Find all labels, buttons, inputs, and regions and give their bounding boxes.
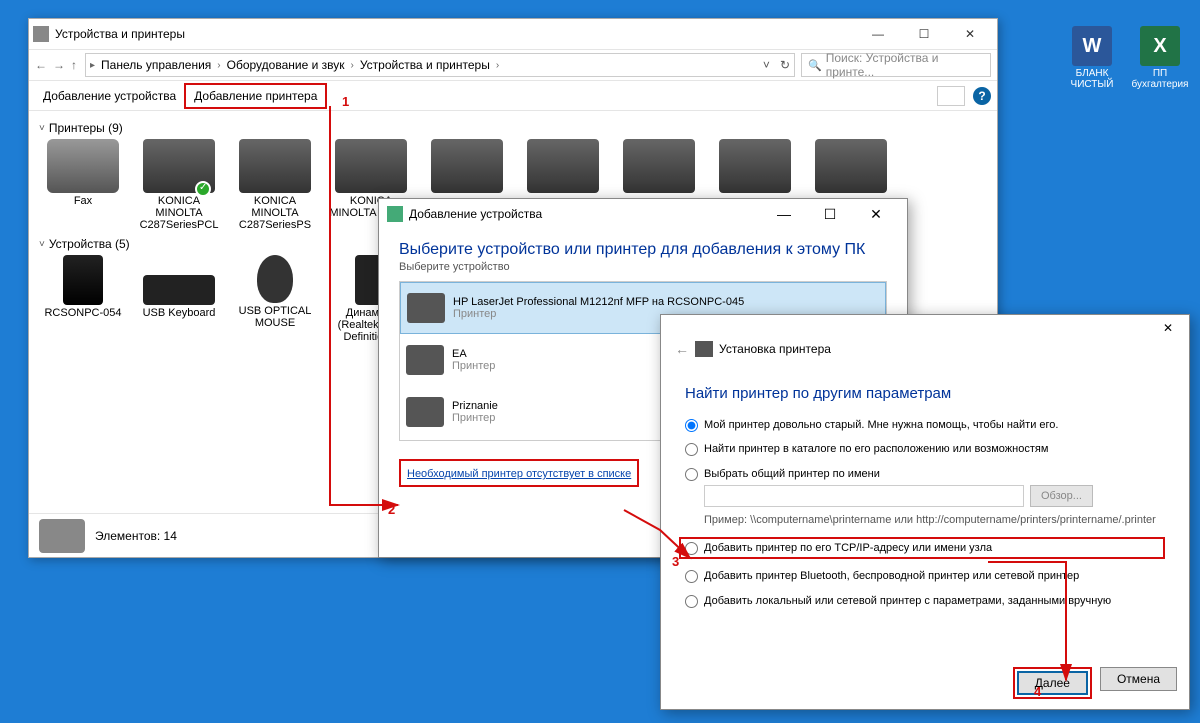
device-item[interactable]: Fax xyxy=(39,139,127,231)
dialog-title: Добавление устройства xyxy=(409,207,542,221)
wizard-header: ← Установка принтера xyxy=(661,341,1189,357)
radio-bluetooth[interactable] xyxy=(685,570,698,583)
install-printer-wizard: ✕ ← Установка принтера Найти принтер по … xyxy=(660,314,1190,710)
adddev-titlebar[interactable]: Добавление устройства — ☐ ✕ xyxy=(379,199,907,229)
shared-name-input[interactable] xyxy=(704,485,1024,507)
add-printer-button[interactable]: Добавление принтера xyxy=(184,83,327,109)
device-item[interactable]: RCSONPC-054 xyxy=(39,255,127,343)
printer-not-in-list-link-box: Необходимый принтер отсутствует в списке xyxy=(399,459,639,487)
option-find-in-catalog[interactable]: Найти принтер в каталоге по его располож… xyxy=(685,442,1165,456)
status-text: Элементов: 14 xyxy=(95,529,177,543)
maximize-button[interactable]: ☐ xyxy=(807,200,853,228)
radio-local-manual[interactable] xyxy=(685,595,698,608)
status-bar-icon xyxy=(39,519,85,553)
search-icon: 🔍 xyxy=(808,59,822,72)
next-button[interactable]: Далее xyxy=(1017,671,1088,695)
chevron-down-icon: ˅ xyxy=(39,239,45,250)
crumb-dropdown-icon[interactable]: ˅ xyxy=(763,58,770,72)
close-button[interactable]: ✕ xyxy=(947,20,993,48)
search-input[interactable]: 🔍 Поиск: Устройства и принте... xyxy=(801,53,991,77)
explorer-toolbar: Добавление устройства Добавление принтер… xyxy=(29,81,997,111)
wizard-heading: Найти принтер по другим параметрам xyxy=(685,385,1165,402)
radio-shared-by-name[interactable] xyxy=(685,468,698,481)
crumb[interactable]: Панель управления xyxy=(99,58,213,72)
browse-button[interactable]: Обзор... xyxy=(1030,485,1093,507)
desktop-icon-label: БЛАНК ЧИСТЫЙ xyxy=(1062,68,1122,90)
annotation-number-4: 4 xyxy=(1034,684,1041,699)
fax-icon xyxy=(47,139,119,193)
printer-icon xyxy=(695,341,713,357)
option-tcpip[interactable]: Добавить принтер по его TCP/IP-адресу ил… xyxy=(679,537,1165,559)
breadcrumb[interactable]: ▸ Панель управления › Оборудование и зву… xyxy=(85,53,795,77)
printer-icon xyxy=(406,345,444,375)
device-item[interactable]: USB OPTICAL MOUSE xyxy=(231,255,319,343)
radio-tcpip[interactable] xyxy=(685,542,698,555)
keyboard-icon xyxy=(143,275,215,305)
maximize-button[interactable]: ☐ xyxy=(901,20,947,48)
device-item[interactable]: KONICA MINOLTA C287SeriesPS xyxy=(231,139,319,231)
printer-icon xyxy=(407,293,445,323)
option-shared-by-name[interactable]: Выбрать общий принтер по имени Обзор... … xyxy=(685,467,1165,528)
printer-icon xyxy=(431,139,503,193)
cancel-button[interactable]: Отмена xyxy=(1100,667,1177,691)
excel-icon: X xyxy=(1140,26,1180,66)
crumb[interactable]: Оборудование и звук xyxy=(225,58,347,72)
printer-not-in-list-link[interactable]: Необходимый принтер отсутствует в списке xyxy=(407,468,631,480)
word-icon: W xyxy=(1072,26,1112,66)
view-toggle-button[interactable] xyxy=(937,86,965,106)
help-icon[interactable]: ? xyxy=(973,87,991,105)
printer-icon xyxy=(335,139,407,193)
mouse-icon xyxy=(257,255,293,303)
desktop-icon-excel[interactable]: X ПП бухгалтерия xyxy=(1130,26,1190,90)
printer-icon xyxy=(239,139,311,193)
explorer-titlebar[interactable]: Устройства и принтеры — ☐ ✕ xyxy=(29,19,997,49)
minimize-button[interactable]: — xyxy=(855,20,901,48)
radio-find-in-catalog[interactable] xyxy=(685,443,698,456)
add-device-icon xyxy=(387,206,403,222)
printer-icon xyxy=(719,139,791,193)
minimize-button[interactable]: — xyxy=(761,200,807,228)
annotation-number-1: 1 xyxy=(342,94,349,109)
desktop-icon-label: ПП бухгалтерия xyxy=(1130,68,1190,90)
close-button[interactable]: ✕ xyxy=(853,200,899,228)
printer-icon xyxy=(406,397,444,427)
window-title: Устройства и принтеры xyxy=(55,27,185,41)
nav-forward-icon[interactable]: → xyxy=(53,58,65,72)
annotation-number-3: 3 xyxy=(672,554,679,569)
printer-icon xyxy=(815,139,887,193)
adddev-subtitle: Выберите устройство xyxy=(399,261,887,273)
printer-icon xyxy=(143,139,215,193)
option-bluetooth[interactable]: Добавить принтер Bluetooth, беспроводной… xyxy=(685,569,1165,583)
radio-old-printer[interactable] xyxy=(685,419,698,432)
desktop-icon-word[interactable]: W БЛАНК ЧИСТЫЙ xyxy=(1062,26,1122,90)
address-bar: ← → ↑ ▸ Панель управления › Оборудование… xyxy=(29,49,997,81)
annotation-number-2: 2 xyxy=(388,502,395,517)
printer-icon xyxy=(527,139,599,193)
refresh-icon[interactable]: ↻ xyxy=(780,58,790,72)
nav-up-icon[interactable]: ↑ xyxy=(71,58,77,72)
chevron-down-icon: ˅ xyxy=(39,123,45,134)
nav-back-icon[interactable]: ← xyxy=(35,58,47,72)
adddev-heading: Выберите устройство или принтер для доба… xyxy=(399,241,887,259)
next-button-highlight: Далее xyxy=(1013,667,1092,699)
option-local-manual[interactable]: Добавить локальный или сетевой принтер с… xyxy=(685,594,1165,608)
device-item[interactable]: USB Keyboard xyxy=(135,255,223,343)
crumb[interactable]: Устройства и принтеры xyxy=(358,58,492,72)
example-text: Пример: \\computername\printername или h… xyxy=(704,513,1156,527)
group-header-printers[interactable]: ˅ Принтеры (9) xyxy=(39,121,987,135)
default-check-icon xyxy=(195,181,211,197)
back-icon[interactable]: ← xyxy=(675,341,689,357)
add-device-button[interactable]: Добавление устройства xyxy=(35,85,184,107)
pc-icon xyxy=(63,255,103,305)
device-item[interactable]: KONICA MINOLTA C287SeriesPCL xyxy=(135,139,223,231)
devices-printers-icon xyxy=(33,26,49,42)
printer-icon xyxy=(623,139,695,193)
wizard-title: Установка принтера xyxy=(719,342,831,356)
option-old-printer[interactable]: Мой принтер довольно старый. Мне нужна п… xyxy=(685,418,1165,432)
close-button[interactable]: ✕ xyxy=(1147,315,1189,341)
